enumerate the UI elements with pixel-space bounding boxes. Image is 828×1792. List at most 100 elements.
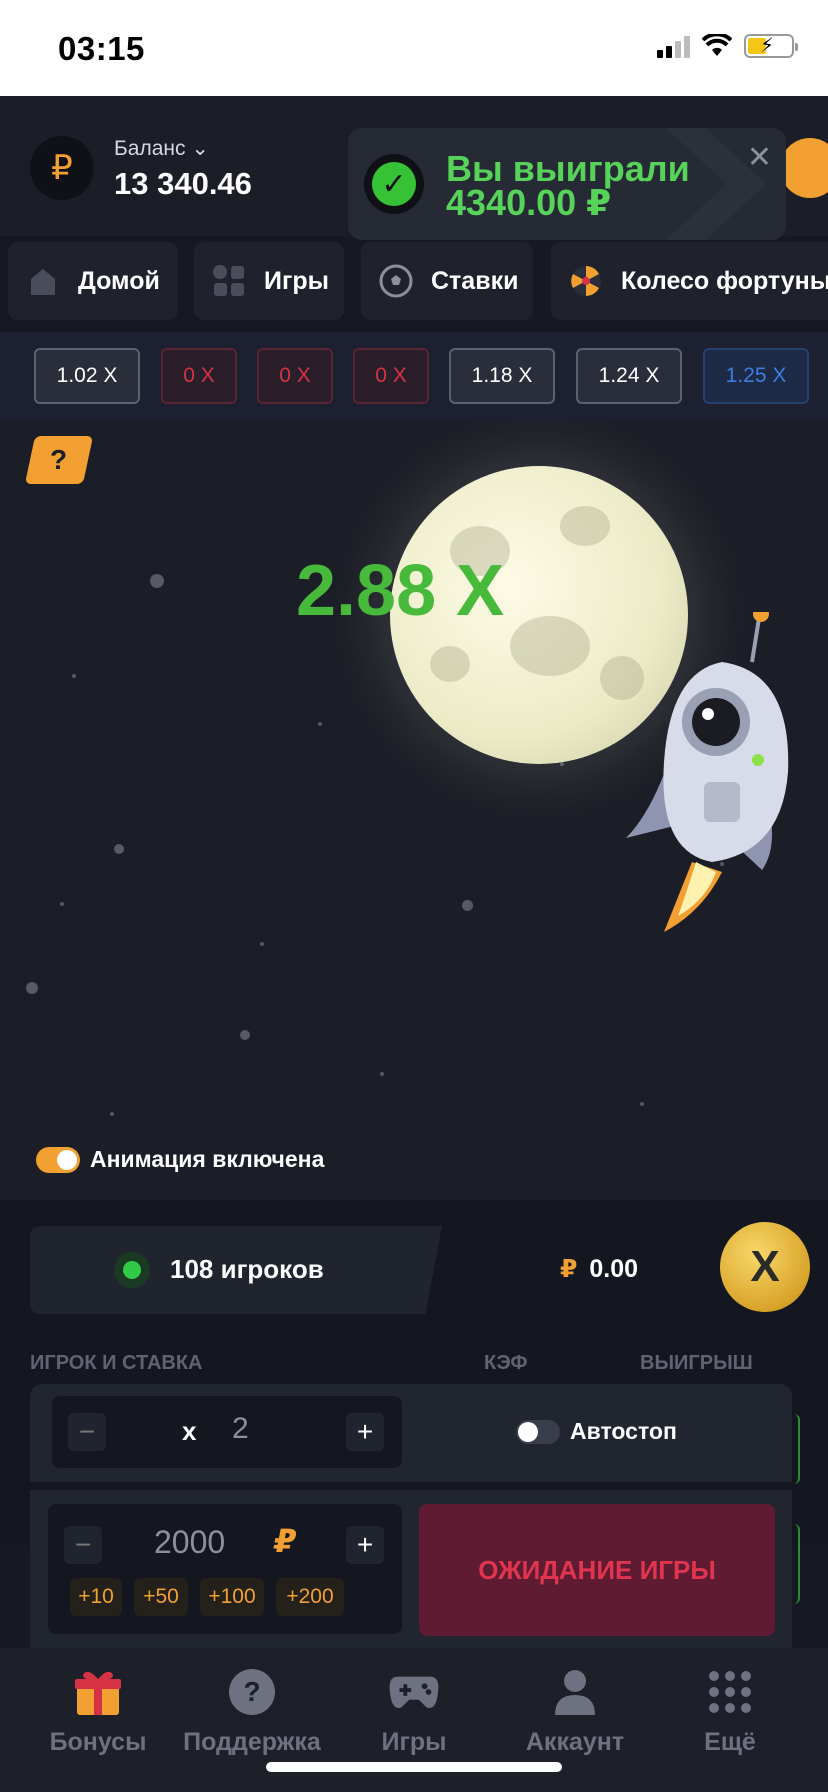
star: [380, 1072, 384, 1076]
rocket-image: [626, 612, 789, 932]
header: ₽ Баланс ⌄ 13 340.46 ✓ Вы выиграли 4340.…: [0, 96, 828, 240]
grid-icon: [212, 264, 246, 298]
plus-icon[interactable]: +: [346, 1413, 384, 1451]
soccer-ball-icon: [379, 264, 413, 298]
win-toast: ✓ Вы выиграли 4340.00 ₽ ✕: [348, 128, 786, 240]
star: [260, 942, 264, 946]
quick-add-100[interactable]: +100: [200, 1578, 264, 1616]
minus-icon[interactable]: −: [64, 1526, 102, 1564]
signal-icon: [657, 34, 690, 58]
history-chip[interactable]: 1.25 X: [703, 348, 809, 404]
autocashout-multiplier: − x 2 +: [52, 1396, 402, 1468]
star: [26, 982, 38, 994]
balance-value: 13 340.46: [114, 166, 252, 201]
multiplier-history: 1.02 X 0 X 0 X 0 X 1.18 X 1.24 X 1.25 X: [0, 332, 828, 422]
close-icon[interactable]: ✕: [747, 140, 772, 175]
row-edge: [792, 1524, 800, 1604]
quick-add-10[interactable]: +10: [70, 1578, 122, 1616]
divider: [30, 1482, 792, 1490]
currency-icon: ₽: [30, 136, 94, 200]
nav-fortune-wheel[interactable]: Колесо фортуны: [551, 242, 828, 320]
nav-home-label: Домой: [78, 266, 160, 295]
x-label: x: [182, 1416, 197, 1446]
minus-icon[interactable]: −: [68, 1413, 106, 1451]
profile-button[interactable]: [780, 138, 828, 198]
home-icon: [26, 264, 60, 298]
tab-account[interactable]: Аккаунт: [505, 1666, 645, 1757]
plus-icon[interactable]: +: [346, 1526, 384, 1564]
chevron-down-icon: ⌄: [191, 137, 209, 160]
svg-text:?: ?: [243, 1676, 260, 1707]
nav-fortune-label: Колесо фортуны: [621, 266, 828, 295]
wifi-icon: [702, 34, 732, 56]
history-chip[interactable]: 0 X: [353, 348, 429, 404]
star: [640, 1102, 644, 1106]
dots-grid-icon: [704, 1666, 756, 1718]
history-chip[interactable]: 1.02 X: [34, 348, 140, 404]
user-icon: [549, 1666, 601, 1718]
autostop-label: Автостоп: [570, 1418, 677, 1444]
star: [72, 674, 76, 678]
tab-account-label: Аккаунт: [525, 1728, 625, 1756]
app: ₽ Баланс ⌄ 13 340.46 ✓ Вы выиграли 4340.…: [0, 96, 828, 1792]
pot-total: ₽0.00: [560, 1254, 638, 1284]
nav-bets-label: Ставки: [431, 266, 519, 295]
history-chip[interactable]: 1.18 X: [449, 348, 555, 404]
tab-more[interactable]: Ещё: [660, 1666, 800, 1757]
autostop-toggle-row[interactable]: Автостоп: [516, 1418, 677, 1445]
row-edge: [792, 1414, 800, 1484]
star: [60, 902, 64, 906]
tab-bonuses[interactable]: Бонусы: [28, 1666, 168, 1757]
history-chip[interactable]: 0 X: [257, 348, 333, 404]
toast-amount: 4340.00 ₽: [446, 182, 612, 223]
balance-label[interactable]: Баланс ⌄: [114, 136, 209, 161]
star: [462, 900, 473, 911]
nav-home[interactable]: Домой: [8, 242, 178, 320]
history-chip[interactable]: 0 X: [161, 348, 237, 404]
bet-amount-input[interactable]: 2000: [154, 1524, 225, 1561]
nav-row: Домой Игры Ставки Колесо фортуны: [0, 242, 828, 326]
tab-more-label: Ещё: [704, 1728, 756, 1756]
quick-add-200[interactable]: +200: [276, 1578, 344, 1616]
star: [318, 722, 322, 726]
gamepad-icon: [388, 1666, 440, 1718]
help-circle-icon: ?: [226, 1666, 278, 1718]
status-icons: ⚡: [657, 34, 798, 58]
autostop-toggle[interactable]: [516, 1419, 560, 1444]
tab-bonuses-label: Бонусы: [49, 1728, 147, 1756]
star: [114, 844, 124, 854]
wheel-icon: [569, 264, 603, 298]
help-button[interactable]: ?: [24, 436, 94, 484]
col-coef: КЭФ: [484, 1352, 528, 1374]
gift-icon: [72, 1666, 124, 1718]
star: [110, 1112, 114, 1116]
tab-games[interactable]: Игры: [344, 1666, 484, 1757]
bottom-tab-bar: Бонусы ? Поддержка Игры Аккаунт Ещё: [0, 1648, 828, 1792]
battery-icon: ⚡: [744, 34, 798, 58]
col-win: ВЫИГРЫШ: [640, 1352, 753, 1374]
bet-amount-stepper: − 2000 ₽ + +10 +50 +100 +200: [48, 1504, 402, 1634]
animation-toggle[interactable]: [36, 1146, 80, 1173]
game-area: ? 2.88 X Анимация включена: [0, 422, 828, 1200]
multiplier-input[interactable]: 2: [232, 1412, 249, 1446]
status-bar: 03:15 ⚡: [0, 0, 828, 96]
col-player-bet: ИГРОК И СТАВКА: [30, 1352, 203, 1374]
success-check-icon: ✓: [364, 154, 424, 214]
quick-add-50[interactable]: +50: [134, 1578, 188, 1616]
status-time: 03:15: [58, 30, 145, 67]
nav-games[interactable]: Игры: [194, 242, 344, 320]
players-label: 108 игроков: [170, 1254, 324, 1284]
star: [240, 1030, 250, 1040]
animation-toggle-row[interactable]: Анимация включена: [36, 1146, 324, 1173]
tab-support[interactable]: ? Поддержка: [182, 1666, 322, 1757]
online-dot-icon: [114, 1252, 150, 1288]
history-chip[interactable]: 1.24 X: [576, 348, 682, 404]
waiting-game-button[interactable]: ОЖИДАНИЕ ИГРЫ: [419, 1504, 775, 1636]
players-count: 108 игроков: [30, 1226, 442, 1314]
nav-bets[interactable]: Ставки: [361, 242, 533, 320]
animation-label: Анимация включена: [90, 1146, 325, 1172]
home-indicator: [266, 1762, 562, 1772]
ruble-icon: ₽: [274, 1523, 297, 1559]
tab-games-label: Игры: [381, 1728, 447, 1756]
current-multiplier: 2.88 X: [296, 551, 505, 631]
